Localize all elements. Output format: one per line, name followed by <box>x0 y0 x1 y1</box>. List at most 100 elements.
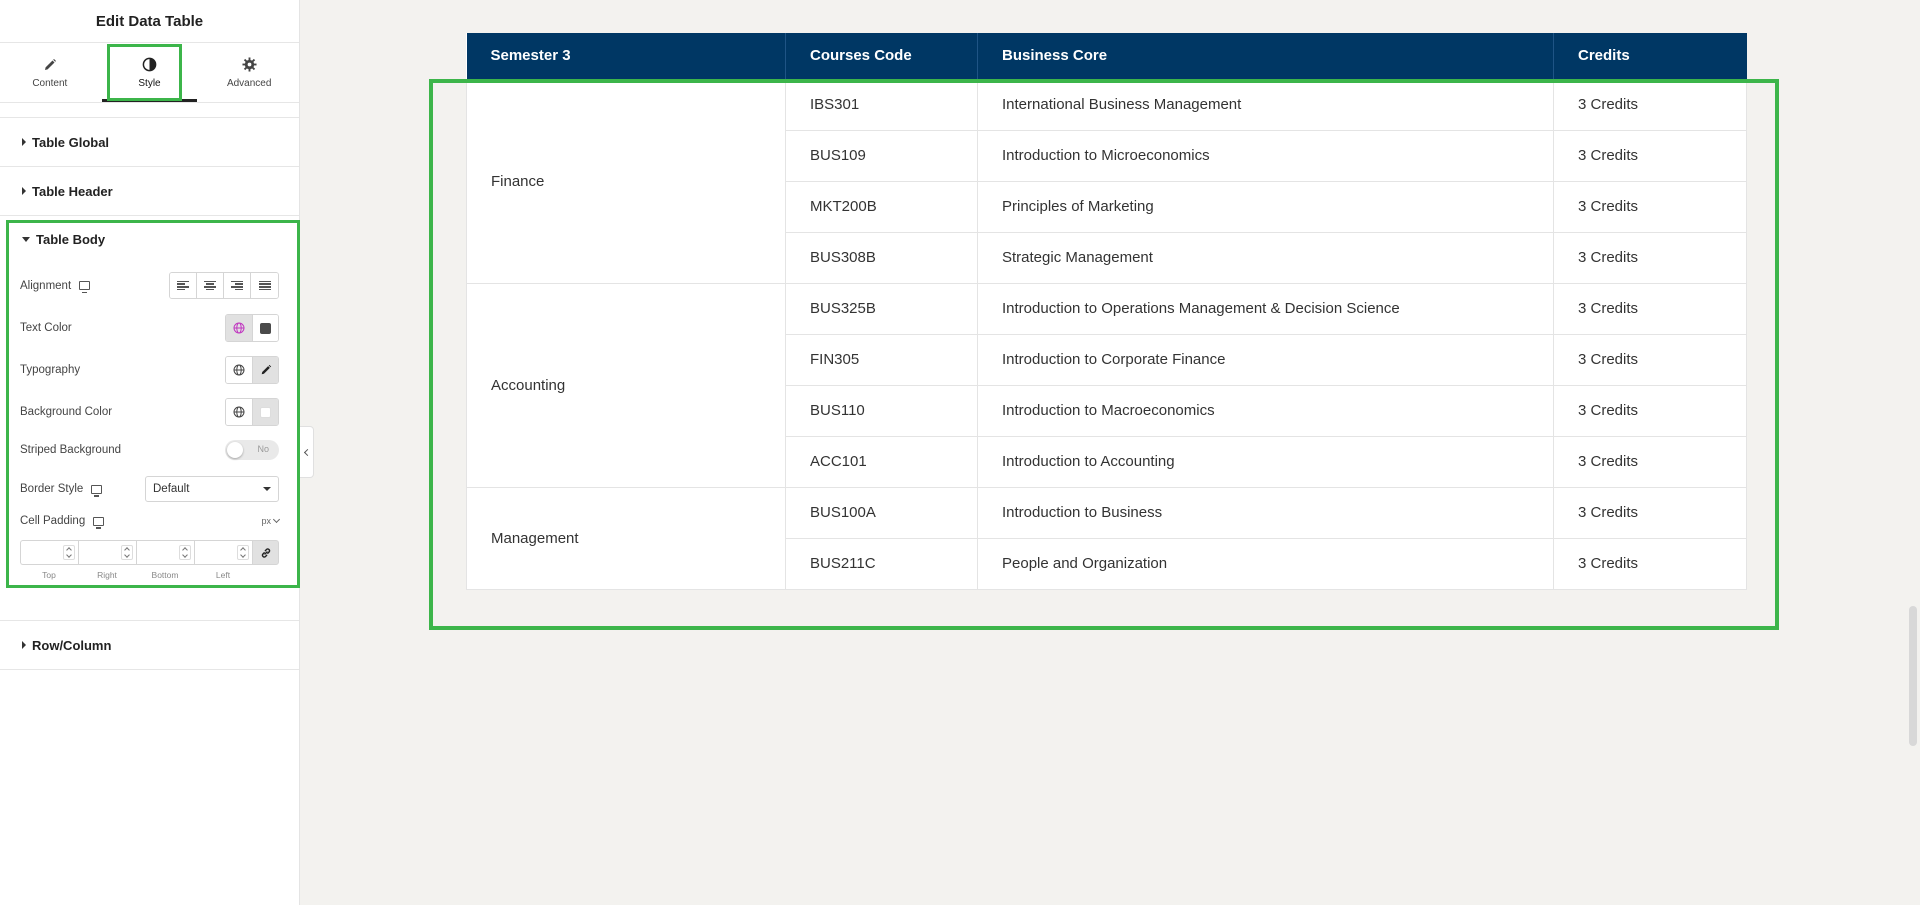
stepper-icon[interactable] <box>237 545 249 560</box>
course-cell: Introduction to Corporate Finance <box>977 333 1554 386</box>
typography-control: Typography <box>20 356 279 384</box>
padding-label-left: Left <box>215 570 231 580</box>
section-title: Row/Column <box>32 637 112 653</box>
code-cell: BUS100A <box>785 486 978 539</box>
caret-right-icon <box>22 138 26 146</box>
striped-background-control: Striped Background No <box>20 440 279 460</box>
unit-select[interactable]: px <box>261 515 281 526</box>
code-cell: MKT200B <box>785 180 978 233</box>
align-center-icon <box>204 280 216 291</box>
page-scrollbar[interactable] <box>1906 0 1920 905</box>
align-left-button[interactable] <box>170 273 197 298</box>
header-cell: Credits <box>1553 33 1747 79</box>
credits-cell: 3 Credits <box>1553 384 1747 437</box>
credits-cell: 3 Credits <box>1553 180 1747 233</box>
chevron-left-icon <box>303 448 312 456</box>
desktop-icon[interactable] <box>79 281 91 293</box>
table-row: Accounting BUS325B Introduction to Opera… <box>466 282 1747 488</box>
pencil-icon <box>42 57 58 73</box>
code-cell: BUS211C <box>785 537 978 590</box>
tab-content-label: Content <box>32 77 68 89</box>
padding-label-top: Top <box>42 570 56 580</box>
toggle-state: No <box>257 444 269 454</box>
border-style-control: Border Style Default <box>20 476 279 502</box>
gear-icon <box>241 57 257 73</box>
desktop-icon[interactable] <box>91 484 103 497</box>
credits-cell: 3 Credits <box>1553 282 1747 335</box>
panel-tabs: Content Style Advanced <box>0 43 299 103</box>
color-swatch <box>260 406 271 418</box>
course-cell: International Business Management <box>977 78 1554 131</box>
stepper-icon[interactable] <box>63 545 75 560</box>
tab-style-label: Style <box>138 77 161 89</box>
padding-labels: Top Right Bottom Left <box>20 570 252 580</box>
code-cell: BUS109 <box>785 129 978 182</box>
data-table-widget[interactable]: Semester 3 Courses Code Business Core Cr… <box>466 33 1747 590</box>
edit-typography-button[interactable] <box>252 357 278 383</box>
cell-padding-label: Cell Padding <box>20 515 86 527</box>
course-cell: Introduction to Microeconomics <box>977 129 1554 182</box>
course-cell: People and Organization <box>977 537 1554 590</box>
section-table-header[interactable]: Table Header <box>0 167 299 216</box>
tab-style[interactable]: Style <box>100 43 200 102</box>
globe-icon <box>233 406 245 418</box>
code-cell: BUS110 <box>785 384 978 437</box>
data-table: Semester 3 Courses Code Business Core Cr… <box>466 33 1747 590</box>
align-center-button[interactable] <box>197 273 224 298</box>
code-cell: IBS301 <box>785 78 978 131</box>
group-cell: Finance <box>466 78 786 284</box>
caret-right-icon <box>22 641 26 649</box>
section-title: Table Header <box>32 183 113 199</box>
padding-right-input[interactable] <box>78 540 136 565</box>
chevron-down-icon <box>272 515 281 524</box>
text-color-swatch-button[interactable] <box>252 315 278 341</box>
link-icon <box>261 547 270 558</box>
align-right-button[interactable] <box>224 273 251 298</box>
group-cell: Management <box>466 486 786 590</box>
padding-left-input[interactable] <box>194 540 252 565</box>
global-colors-button[interactable] <box>226 399 252 425</box>
padding-top-input[interactable] <box>20 540 78 565</box>
pencil-icon <box>261 364 271 375</box>
section-row-column[interactable]: Row/Column <box>0 620 299 670</box>
course-cell: Introduction to Accounting <box>977 435 1554 488</box>
table-body: Finance IBS301 International Business Ma… <box>466 78 1747 590</box>
stepper-icon[interactable] <box>179 545 191 560</box>
course-cell: Strategic Management <box>977 231 1554 284</box>
text-color-label: Text Color <box>20 322 72 334</box>
background-color-swatch-button[interactable] <box>252 399 278 425</box>
credits-cell: 3 Credits <box>1553 231 1747 284</box>
global-colors-button[interactable] <box>226 315 252 341</box>
padding-label-right: Right <box>97 570 117 580</box>
header-cell: Business Core <box>977 33 1554 79</box>
collapse-panel-button[interactable] <box>300 426 314 478</box>
chevron-down-icon <box>263 487 271 491</box>
align-left-icon <box>177 280 189 291</box>
section-table-global[interactable]: Table Global <box>0 117 299 167</box>
code-cell: FIN305 <box>785 333 978 386</box>
tab-content[interactable]: Content <box>0 43 100 102</box>
credits-cell: 3 Credits <box>1553 129 1747 182</box>
tab-advanced[interactable]: Advanced <box>199 43 299 102</box>
background-color-label: Background Color <box>20 406 113 418</box>
stepper-icon[interactable] <box>121 545 133 560</box>
credits-cell: 3 Credits <box>1553 435 1747 488</box>
table-row: Finance IBS301 International Business Ma… <box>466 78 1747 284</box>
background-color-control: Background Color <box>20 398 279 426</box>
cell-padding-inputs <box>20 540 279 565</box>
global-typography-button[interactable] <box>226 357 252 383</box>
code-cell: ACC101 <box>785 435 978 488</box>
desktop-icon[interactable] <box>93 516 105 529</box>
padding-bottom-input[interactable] <box>136 540 194 565</box>
section-table-body[interactable]: Table Body <box>0 220 299 258</box>
course-cell: Introduction to Operations Management & … <box>977 282 1554 335</box>
credits-cell: 3 Credits <box>1553 537 1747 590</box>
align-justify-button[interactable] <box>251 273 278 298</box>
text-color-picker <box>225 314 279 342</box>
link-values-button[interactable] <box>252 540 279 565</box>
border-style-select[interactable]: Default <box>145 476 279 502</box>
scrollbar-thumb[interactable] <box>1909 606 1917 746</box>
credits-cell: 3 Credits <box>1553 333 1747 386</box>
toggle-knob <box>227 442 243 458</box>
striped-background-toggle[interactable]: No <box>225 440 279 460</box>
